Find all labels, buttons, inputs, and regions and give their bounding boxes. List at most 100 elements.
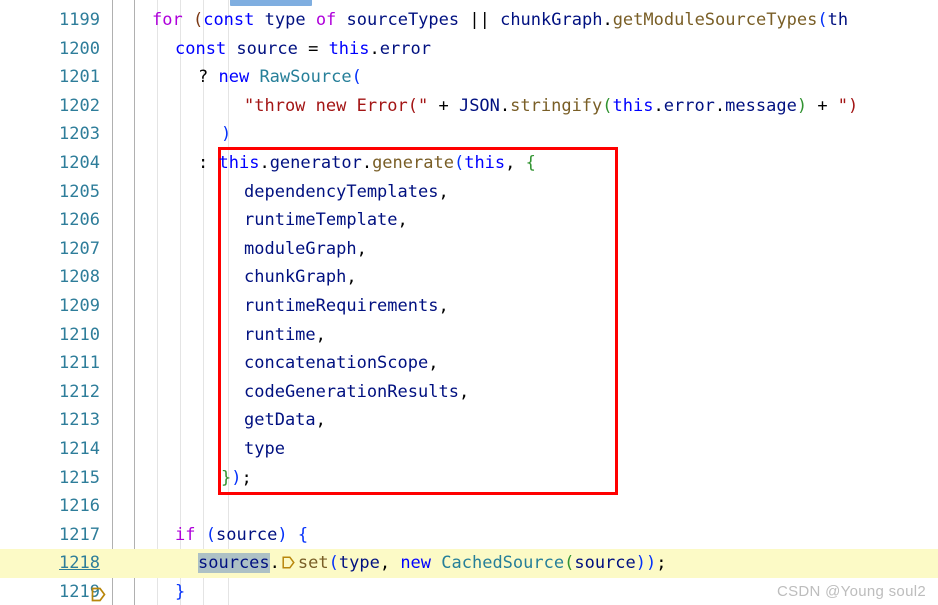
code-line[interactable]: 1199 for (const type of sourceTypes || c… [0,6,938,35]
token-selected-word-sources[interactable]: sources [198,553,270,574]
token-paren-open: ( [328,553,339,574]
token-paren-close: ) [277,524,288,545]
line-content: for (const type of sourceTypes || chunkG… [152,6,848,35]
token-var-source: source [574,553,636,574]
code-line[interactable]: 1212 codeGenerationResults, [0,378,938,407]
token-var-th: th [827,10,849,30]
token-string-throw: "throw new Error(" [244,95,429,116]
token-dot: . [259,152,270,173]
token-comma: , [397,210,408,231]
code-line[interactable]: 1200 const source = this.error [0,35,938,64]
watermark-text: CSDN @Young soul2 [776,583,926,600]
token-paren-open-2: ( [817,10,828,30]
token-dot: . [499,95,511,116]
token-keyword-const: const [203,10,255,30]
token-operator-plus: + [807,95,838,116]
token-semicolon: ; [241,467,252,488]
line-content: getData, [244,406,326,435]
token-prop-concatenationscope: concatenationScope [244,353,429,374]
token-ternary-question: ? [198,67,209,88]
token-var-chunkgraph: chunkGraph [489,10,603,30]
token-paren-close: ) [796,95,808,116]
token-prop-error: error [663,95,715,116]
token-keyword-new: new [400,553,432,574]
token-brace-close: } [221,467,232,488]
line-content: ) [221,120,231,149]
code-line[interactable]: 1205 dependencyTemplates, [0,178,938,207]
code-line-current[interactable]: 1218 sources. set(type, new CachedSource(… [0,549,938,602]
token-keyword-new: new [208,67,250,88]
line-content: }); [221,464,252,493]
code-line[interactable]: 1202 "throw new Error(" + JSON.stringify… [0,92,938,121]
code-lines-container: 1199 for (const type of sourceTypes || c… [0,6,938,605]
token-var-source: source [226,38,309,59]
line-content: moduleGraph, [244,235,367,264]
code-line[interactable]: 1213 getData, [0,406,938,435]
token-brace-open: { [525,152,536,173]
token-keyword-this: this [464,152,506,173]
token-dot: . [602,10,613,30]
line-content: : this.generator.generate(this, { [198,149,536,178]
line-content: runtimeRequirements, [244,292,449,321]
code-line[interactable]: 1211 concatenationScope, [0,349,938,378]
token-prop-error: error [379,38,431,59]
line-number: 1204 [59,152,100,173]
code-line[interactable]: 1217 if (source) { [0,521,938,550]
token-fn-set: set [297,553,329,574]
token-prop-getdata: getData [244,410,316,431]
line-number: 1212 [59,381,100,402]
token-paren-open-2: ( [564,553,575,574]
code-line[interactable]: 1203 ) [0,120,938,149]
token-dot: . [269,553,280,574]
code-line[interactable]: 1207 moduleGraph, [0,235,938,264]
token-prop-modulegraph: moduleGraph [244,238,357,259]
line-content: chunkGraph, [244,263,357,292]
code-editor-view[interactable]: 1199 for (const type of sourceTypes || c… [0,0,938,605]
token-class-rawsource: RawSource [249,67,352,88]
token-comma: , [505,152,526,173]
code-line[interactable]: 1215 }); [0,464,938,493]
line-number: 1201 [59,67,100,88]
token-comma: , [438,295,449,316]
line-number: 1206 [59,210,100,231]
line-content: dependencyTemplates, [244,178,449,207]
token-operator-assign: = [308,38,319,59]
code-line[interactable]: 1204 : this.generator.generate(this, { [0,149,938,178]
token-comma: , [356,238,367,259]
token-prop-runtime: runtime [244,324,316,345]
token-prop-runtimerequirements: runtimeRequirements [244,295,439,316]
code-line[interactable]: 1201 ? new RawSource( [0,63,938,92]
line-number: 1211 [59,353,100,374]
code-line[interactable]: 1206 runtimeTemplate, [0,206,938,235]
code-line[interactable]: 1209 runtimeRequirements, [0,292,938,321]
token-keyword-for: for [152,10,183,30]
line-number: 1205 [59,181,100,202]
token-comma: , [379,553,401,574]
token-ternary-colon: : [198,152,219,173]
line-number: 1214 [59,438,100,459]
token-paren-close: ) [221,124,232,145]
token-prop-generator: generator [269,152,362,173]
token-comma: , [458,381,470,402]
inline-bookmark-marker-icon[interactable] [281,551,296,569]
line-content: runtimeTemplate, [244,206,408,235]
token-keyword-of: of [315,10,337,30]
token-keyword-const: const [175,38,227,59]
line-number: 1199 [59,10,100,30]
token-operator-or: || [469,10,490,30]
code-line[interactable]: 1216 [0,492,938,521]
token-prop-message: message [725,95,797,116]
line-content: const source = this.error [175,35,431,64]
token-comma: , [346,267,357,288]
line-content: sources. set(type, new CachedSource(sourc… [198,549,667,578]
code-line[interactable]: 1210 runtime, [0,321,938,350]
token-semicolon: ; [656,553,667,574]
token-comma: , [315,324,326,345]
bookmark-marker-icon[interactable] [8,555,106,602]
line-content: concatenationScope, [244,349,438,378]
token-paren-open: ( [453,152,465,173]
token-prop-type: type [244,438,285,459]
code-line[interactable]: 1214 type [0,435,938,464]
code-line[interactable]: 1208 chunkGraph, [0,263,938,292]
token-comma: , [428,353,439,374]
